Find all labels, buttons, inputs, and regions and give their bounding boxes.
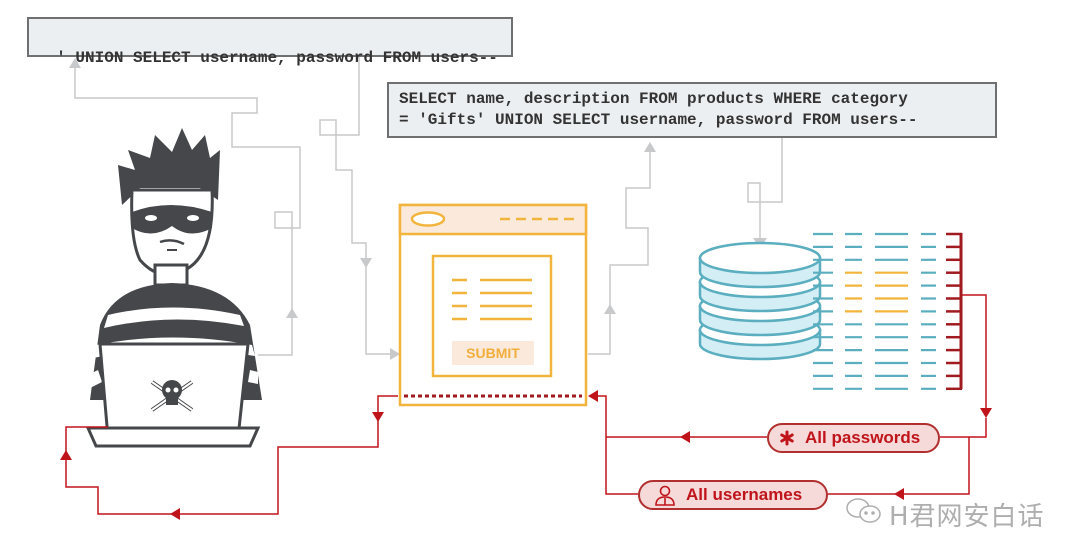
arrow-down-icon — [372, 412, 384, 422]
arrow-left-icon — [588, 390, 598, 402]
arrow-left-icon — [170, 508, 180, 520]
arrow-left-icon — [680, 431, 690, 443]
watermark: H君网安白话 — [845, 496, 1045, 533]
user-icon — [654, 484, 676, 506]
connector-query-to-database — [747, 138, 783, 248]
arrow-down-icon — [360, 258, 372, 268]
asterisk-icon — [779, 430, 795, 446]
injection-payload-box: ' UNION SELECT username, password FROM u… — [27, 17, 513, 67]
all-passwords-label: All passwords — [805, 428, 921, 447]
database-disk — [698, 241, 822, 289]
database-icon — [698, 241, 822, 361]
watermark-text: H君网安白话 — [889, 502, 1045, 532]
laptop-base — [85, 426, 261, 448]
arrow-up-icon — [644, 142, 656, 152]
payload-text: ' UNION SELECT username, password FROM u… — [56, 49, 498, 67]
web-form-window — [398, 203, 588, 407]
arrow-up-icon — [60, 450, 72, 460]
database-rows — [813, 232, 963, 391]
all-usernames-label: All usernames — [686, 485, 803, 504]
all-usernames-badge: All usernames — [638, 480, 828, 510]
arrow-up-icon — [604, 304, 616, 314]
query-line-1: SELECT name, description FROM products W… — [399, 90, 908, 108]
query-line-2: = 'Gifts' UNION SELECT username, passwor… — [399, 111, 918, 129]
attacker-illustration — [85, 128, 262, 448]
sql-query-box: SELECT name, description FROM products W… — [387, 82, 997, 138]
all-passwords-badge: All passwords — [767, 423, 940, 453]
connector-form-to-query — [588, 142, 656, 355]
submit-button: SUBMIT — [452, 341, 534, 365]
arrow-right-icon — [390, 348, 400, 360]
arrow-up-icon — [286, 308, 298, 318]
wechat-icon — [845, 497, 883, 532]
arrow-down-icon — [980, 408, 992, 418]
